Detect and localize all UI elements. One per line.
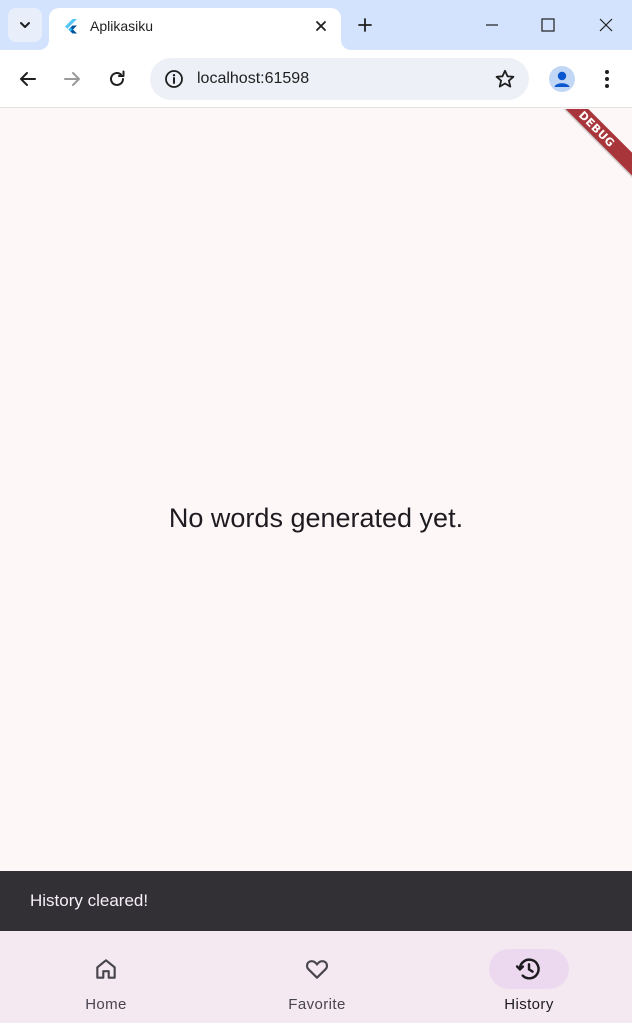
bottom-navigation-bar: Home Favorite History <box>0 931 632 1023</box>
reload-button[interactable] <box>101 63 133 95</box>
profile-icon <box>554 71 570 87</box>
forward-arrow-icon <box>64 72 80 86</box>
nav-indicator <box>277 949 357 989</box>
snackbar-text: History cleared! <box>30 891 149 910</box>
back-arrow-icon <box>20 72 36 86</box>
close-window-button[interactable] <box>591 10 621 40</box>
nav-indicator <box>66 949 146 989</box>
close-icon <box>599 18 613 32</box>
snackbar: History cleared! <box>0 871 632 931</box>
nav-item-history[interactable]: History <box>449 931 609 1023</box>
chevron-down-icon <box>20 22 30 28</box>
profile-button[interactable] <box>549 66 575 92</box>
site-info-button[interactable] <box>158 63 190 95</box>
nav-item-favorite[interactable]: Favorite <box>237 931 397 1023</box>
reload-icon <box>110 70 125 86</box>
bookmark-button[interactable] <box>493 67 517 91</box>
home-icon <box>96 959 116 979</box>
star-icon <box>495 69 515 88</box>
forward-button[interactable] <box>56 63 88 95</box>
empty-history-message: No words generated yet. <box>168 503 464 533</box>
maximize-icon <box>541 18 555 32</box>
debug-banner: DEBUG <box>538 109 632 188</box>
url-text: localhost:61598 <box>197 70 310 87</box>
minimize-icon <box>486 24 498 26</box>
plus-icon <box>358 18 372 32</box>
tab-title: Aplikasiku <box>90 18 154 34</box>
new-tab-button[interactable] <box>354 14 376 36</box>
nav-label-favorite: Favorite <box>288 996 346 1013</box>
browser-tabstrip: Aplikasiku <box>0 0 632 50</box>
nav-label-history: History <box>504 996 554 1013</box>
flutter-logo-icon <box>65 19 77 34</box>
info-icon <box>165 70 183 88</box>
browser-toolbar: localhost:61598 <box>0 50 632 108</box>
browser-tab-active[interactable]: Aplikasiku <box>49 8 341 50</box>
maximize-button[interactable] <box>533 10 563 40</box>
close-icon <box>316 21 326 31</box>
history-icon <box>515 958 540 980</box>
browser-menu-button[interactable] <box>591 63 623 95</box>
nav-label-home: Home <box>85 996 127 1013</box>
heart-icon <box>305 960 329 979</box>
nav-item-home[interactable]: Home <box>26 931 186 1023</box>
address-bar[interactable]: localhost:61598 <box>150 58 529 100</box>
debug-label: DEBUG <box>576 109 618 150</box>
tab-search-button[interactable] <box>8 8 42 42</box>
tab-close-button[interactable] <box>313 18 329 34</box>
minimize-button[interactable] <box>477 10 507 40</box>
nav-indicator-active <box>489 949 569 989</box>
back-button[interactable] <box>12 63 44 95</box>
app-viewport: DEBUG No words generated yet. History cl… <box>0 109 632 1023</box>
kebab-menu-icon <box>605 70 609 88</box>
